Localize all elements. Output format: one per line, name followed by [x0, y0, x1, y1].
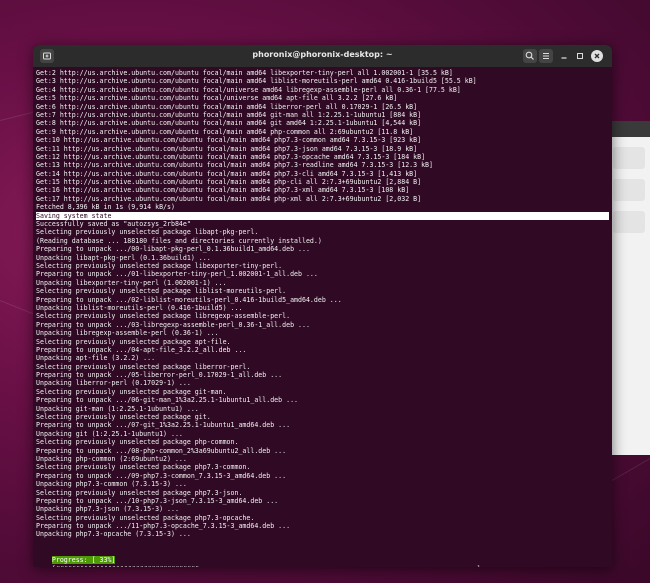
output-line: Preparing to unpack .../07-git_1%3a2.25.… — [36, 421, 291, 430]
output-line: Get:11 http://us.archive.ubuntu.com/ubun… — [36, 144, 418, 153]
output-line: Selecting previously unselected package … — [36, 287, 287, 296]
output-line: Selecting previously unselected package … — [36, 413, 211, 422]
output-line: Get:15 http://us.archive.ubuntu.com/ubun… — [36, 178, 422, 187]
close-icon[interactable] — [591, 50, 603, 62]
output-line: Unpacking php7.3-json (7.3.15-3) ... — [36, 505, 179, 514]
output-line: Selecting previously unselected package … — [36, 362, 251, 371]
output-line: (Reading database ... 188180 files and d… — [36, 236, 322, 245]
output-line: Get:7 http://us.archive.ubuntu.com/ubunt… — [36, 110, 422, 119]
output-line: Unpacking liblist-moreutils-perl (0.416-… — [36, 303, 243, 312]
search-icon[interactable] — [523, 49, 537, 63]
output-line: Selecting previously unselected package … — [36, 228, 259, 237]
progress-bar: [####################################...… — [52, 565, 481, 567]
progress-label: Progress: [ 33%] — [51, 556, 116, 564]
minimize-icon[interactable] — [557, 49, 571, 63]
output-line: Selecting previously unselected package … — [36, 463, 251, 472]
output-line: Unpacking apt-file (3.2.2) ... — [36, 354, 156, 363]
output-line: Get:2 http://us.archive.ubuntu.com/ubunt… — [36, 69, 453, 77]
output-line: Successfully saved as "autozsys_2rb84e" — [36, 220, 191, 229]
output-line: Preparing to unpack .../04-apt-file_3.2.… — [36, 345, 247, 354]
background-window[interactable] — [606, 121, 650, 455]
output-line: Preparing to unpack .../06-git-man_1%3a2… — [36, 396, 299, 405]
output-line: Preparing to unpack .../00-libapt-pkg-pe… — [36, 245, 310, 254]
background-window-header — [607, 121, 650, 137]
output-line: Selecting previously unselected package … — [36, 261, 283, 270]
output-line: Unpacking git (1:2.25.1-1ubuntu1) ... — [36, 429, 183, 438]
terminal-output[interactable]: Get:2 http://us.archive.ubuntu.com/ubunt… — [33, 67, 612, 539]
output-line: Preparing to unpack .../08-php-common_2%… — [36, 446, 287, 455]
output-line: Fetched 8,396 kB in 1s (9,914 kB/s) — [36, 203, 175, 212]
background-window-row — [613, 147, 645, 169]
background-window-row — [613, 211, 645, 233]
output-line: Selecting previously unselected package … — [36, 337, 231, 346]
terminal-window[interactable]: phoronix@phoronix-desktop: ~ Get:2 http:… — [33, 45, 612, 567]
output-line: Get:4 http://us.archive.ubuntu.com/ubunt… — [36, 85, 461, 94]
output-line: Unpacking libregexp-assemble-perl (0.36-… — [36, 329, 219, 338]
output-line: Unpacking git-man (1:2.25.1-1ubuntu1) ..… — [36, 404, 199, 413]
output-line: Preparing to unpack .../11-php7.3-opcach… — [36, 522, 291, 531]
output-line: Selecting previously unselected package … — [36, 387, 227, 396]
progress-line: Progress: [ 33%] [######################… — [36, 547, 481, 567]
output-line: Get:17 http://us.archive.ubuntu.com/ubun… — [36, 194, 422, 203]
output-line: Get:6 http://us.archive.ubuntu.com/ubunt… — [36, 102, 418, 111]
output-line: Preparing to unpack .../10-php7.3-json_7… — [36, 496, 279, 505]
background-window-row — [613, 179, 645, 201]
output-line: Selecting previously unselected package … — [36, 513, 255, 522]
output-line: Preparing to unpack .../05-liberror-perl… — [36, 371, 283, 380]
title-bar[interactable]: phoronix@phoronix-desktop: ~ — [33, 45, 612, 67]
output-line: Get:5 http://us.archive.ubuntu.com/ubunt… — [36, 94, 398, 103]
output-line: Preparing to unpack .../02-liblist-moreu… — [36, 295, 342, 304]
output-line: Unpacking liberror-perl (0.17029-1) ... — [36, 379, 191, 388]
output-line: Preparing to unpack .../09-php7.3-common… — [36, 471, 287, 480]
output-line: Get:9 http://us.archive.ubuntu.com/ubunt… — [36, 127, 414, 136]
output-line: Get:14 http://us.archive.ubuntu.com/ubun… — [36, 169, 418, 178]
output-line: Get:12 http://us.archive.ubuntu.com/ubun… — [36, 152, 426, 161]
output-line: Unpacking php-common (2:69ubuntu2) ... — [36, 454, 187, 463]
output-line: Get:8 http://us.archive.ubuntu.com/ubunt… — [36, 119, 422, 128]
output-line: Get:16 http://us.archive.ubuntu.com/ubun… — [36, 186, 410, 195]
output-line: Preparing to unpack .../01-libexporter-t… — [36, 270, 318, 279]
highlighted-output-line: Saving system state — [36, 211, 609, 221]
output-line: Get:13 http://us.archive.ubuntu.com/ubun… — [36, 161, 433, 170]
output-line: Get:3 http://us.archive.ubuntu.com/ubunt… — [36, 77, 477, 86]
maximize-icon[interactable] — [573, 49, 587, 63]
output-line: Unpacking libapt-pkg-perl (0.1.36build1)… — [36, 253, 211, 262]
output-line: Unpacking php7.3-opcache (7.3.15-3) ... — [36, 530, 191, 539]
output-line: Selecting previously unselected package … — [36, 438, 239, 447]
output-line: Preparing to unpack .../03-libregexp-ass… — [36, 320, 310, 329]
output-line: Selecting previously unselected package … — [36, 488, 243, 497]
output-line: Unpacking php7.3-common (7.3.15-3) ... — [36, 480, 187, 489]
output-line: Selecting previously unselected package … — [36, 312, 291, 321]
output-line: Unpacking libexporter-tiny-perl (1.00200… — [36, 278, 227, 287]
output-line: Get:10 http://us.archive.ubuntu.com/ubun… — [36, 136, 422, 145]
hamburger-menu-icon[interactable] — [539, 49, 553, 63]
